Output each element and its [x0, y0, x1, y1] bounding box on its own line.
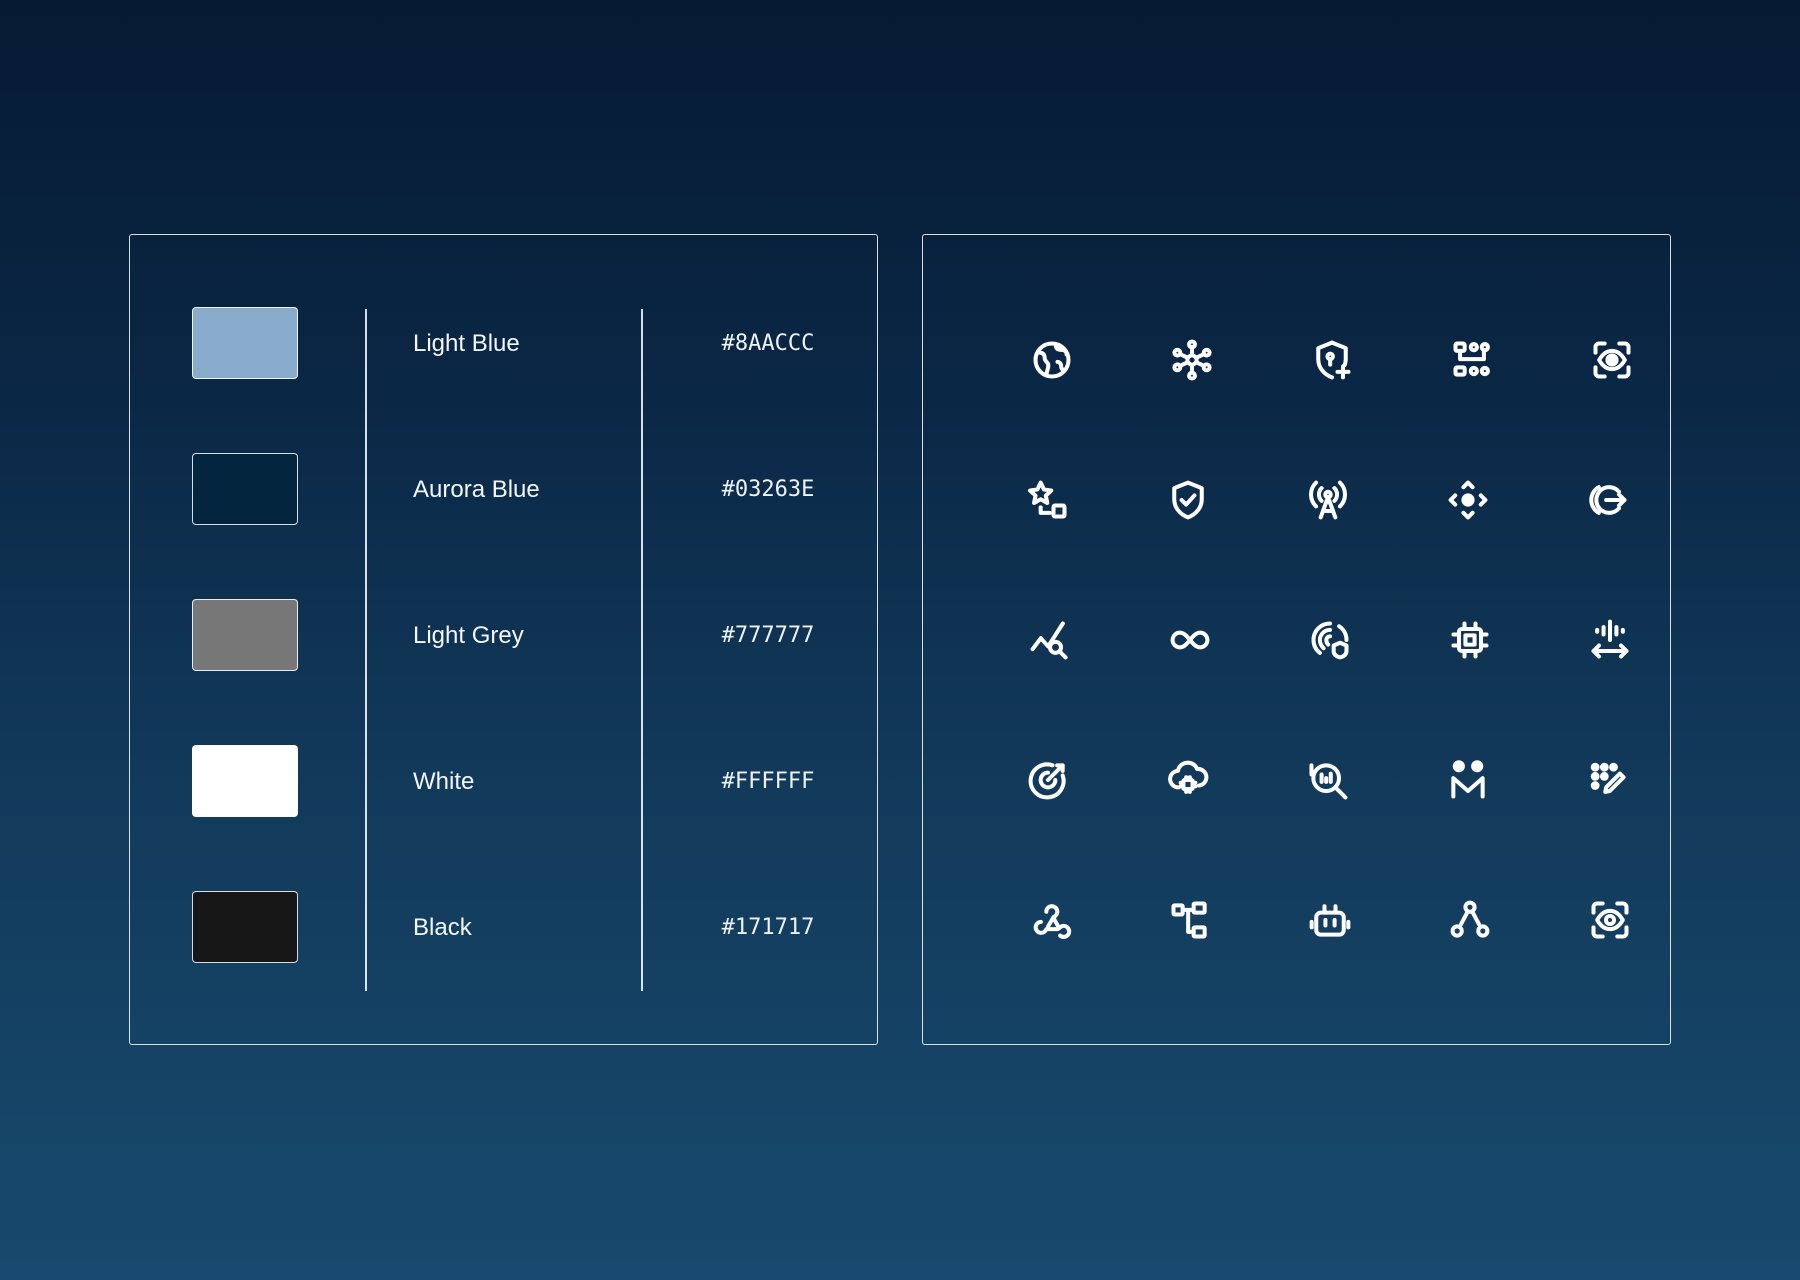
directional-pad-icon [1438, 470, 1498, 530]
color-hex: #171717 [721, 915, 815, 940]
color-palette-panel: Light Blue #8AACCC Aurora Blue #03263E L… [129, 234, 878, 1045]
infinity-icon [1160, 610, 1220, 670]
webhook-icon [1020, 890, 1080, 950]
logout-arrow-icon [1578, 470, 1638, 530]
color-swatch [192, 307, 298, 379]
color-hex: #FFFFFF [721, 769, 815, 794]
people-connect-icon [1438, 750, 1498, 810]
robot-icon [1300, 890, 1360, 950]
color-name: Light Grey [413, 622, 524, 649]
network-hub-icon [1162, 330, 1222, 390]
color-name: White [413, 768, 475, 795]
dots-edit-icon [1578, 750, 1638, 810]
eye-scan-icon [1580, 890, 1640, 950]
icon-set-panel [922, 234, 1671, 1045]
broadcast-tower-icon [1298, 470, 1358, 530]
color-hex: #03263E [721, 477, 815, 502]
color-name: Black [413, 914, 472, 941]
globe-icon [1022, 330, 1082, 390]
color-name: Light Blue [413, 330, 520, 357]
color-row-light-grey: Light Grey #777777 [130, 599, 877, 673]
fingerprint-shield-icon [1300, 610, 1360, 670]
target-icon [1018, 750, 1078, 810]
color-row-white: White #FFFFFF [130, 745, 877, 819]
share-nodes-icon [1440, 890, 1500, 950]
color-row-light-blue: Light Blue #8AACCC [130, 307, 877, 381]
resize-horizontal-icon [1580, 610, 1640, 670]
org-chart-icon [1442, 330, 1502, 390]
color-swatch [192, 745, 298, 817]
hierarchy-icon [1160, 890, 1220, 950]
data-search-icon [1298, 750, 1358, 810]
color-swatch [192, 599, 298, 671]
color-row-aurora-blue: Aurora Blue #03263E [130, 453, 877, 527]
focus-view-icon [1582, 330, 1642, 390]
analytics-search-icon [1020, 610, 1080, 670]
color-hex: #8AACCC [721, 331, 815, 356]
color-swatch [192, 891, 298, 963]
favorites-shapes-icon [1018, 470, 1078, 530]
shield-lock-add-icon [1302, 330, 1362, 390]
color-hex: #777777 [721, 623, 815, 648]
cloud-chip-icon [1158, 750, 1218, 810]
cpu-chip-icon [1440, 610, 1500, 670]
shield-check-icon [1158, 470, 1218, 530]
color-name: Aurora Blue [413, 476, 540, 503]
color-swatch [192, 453, 298, 525]
color-row-black: Black #171717 [130, 891, 877, 965]
